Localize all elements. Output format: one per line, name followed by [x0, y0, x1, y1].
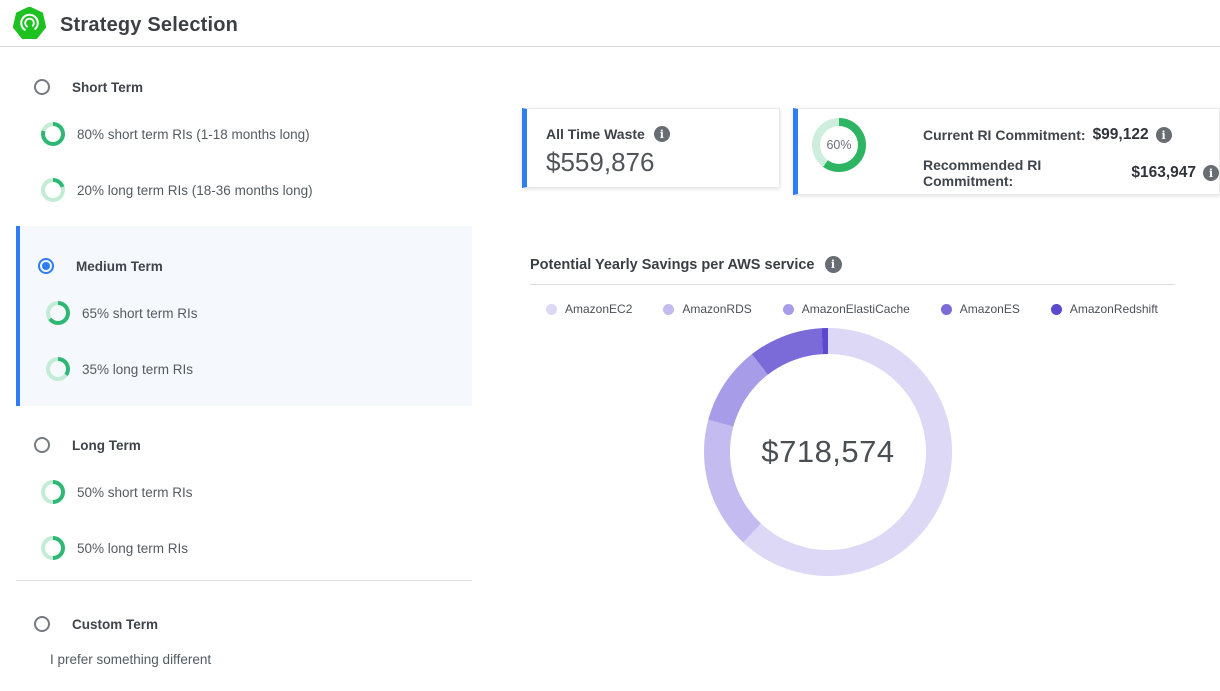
legend-item-amazones[interactable]: AmazonES	[941, 302, 1020, 316]
option-short-term-item-2: 20% long term RIs (18-36 months long)	[41, 178, 313, 202]
ri-split-ring-icon	[41, 178, 65, 202]
option-long-term-item-1: 50% short term RIs	[41, 480, 193, 504]
potential-savings-chart: Potential Yearly Savings per AWS service…	[530, 252, 1175, 682]
current-ri-commitment-label: Current RI Commitment:	[923, 127, 1086, 143]
legend-dot-icon	[546, 304, 557, 315]
ri-split-ring-icon	[46, 357, 70, 381]
option-custom-term-description: I prefer something different	[50, 652, 211, 667]
legend-label: AmazonRedshift	[1070, 302, 1158, 316]
legend-item-amazonelasticache[interactable]: AmazonElastiCache	[783, 302, 910, 316]
ri-utilization-value: 60%	[820, 126, 858, 164]
info-icon[interactable]	[1203, 165, 1219, 181]
legend-label: AmazonES	[960, 302, 1020, 316]
ri-split-label: 20% long term RIs (18-36 months long)	[77, 183, 313, 198]
ri-commitment-card: 60% Current RI Commitment: $99,122 Recom…	[793, 108, 1220, 195]
savings-donut-wrap: $718,574	[704, 328, 952, 576]
ri-utilization-donut: 60%	[812, 118, 866, 172]
option-label: Custom Term	[72, 617, 158, 632]
ri-split-ring-icon	[41, 480, 65, 504]
radio-short-term[interactable]	[34, 79, 50, 95]
legend-label: AmazonEC2	[565, 302, 632, 316]
current-ri-commitment-value: $99,122	[1093, 126, 1149, 144]
legend-dot-icon	[1051, 304, 1062, 315]
ri-split-ring-icon	[41, 536, 65, 560]
info-icon[interactable]	[654, 126, 670, 142]
legend-item-amazonec2[interactable]: AmazonEC2	[546, 302, 632, 316]
option-long-term[interactable]: Long Term	[34, 437, 141, 453]
info-icon[interactable]	[1156, 127, 1172, 143]
legend-item-amazonredshift[interactable]: AmazonRedshift	[1051, 302, 1158, 316]
legend-item-amazonrds[interactable]: AmazonRDS	[663, 302, 751, 316]
all-time-waste-card: All Time Waste $559,876	[522, 108, 780, 188]
radio-long-term[interactable]	[34, 437, 50, 453]
chart-title: Potential Yearly Savings per AWS service	[530, 257, 815, 273]
option-short-term-item-1: 80% short term RIs (1-18 months long)	[41, 122, 310, 146]
legend-dot-icon	[663, 304, 674, 315]
ri-split-label: 50% long term RIs	[77, 541, 188, 556]
option-label: Medium Term	[76, 259, 163, 274]
option-custom-term[interactable]: Custom Term	[34, 616, 158, 632]
recommended-ri-commitment-label: Recommended RI Commitment:	[923, 157, 1124, 189]
option-medium-term[interactable]: Medium Term	[38, 258, 163, 274]
ri-split-label: 50% short term RIs	[77, 485, 193, 500]
ri-split-ring-icon	[41, 122, 65, 146]
cloudability-logo-icon	[13, 7, 46, 40]
option-label: Short Term	[72, 80, 143, 95]
savings-total-value: $718,574	[761, 434, 894, 470]
recommended-ri-commitment-row: Recommended RI Commitment: $163,947	[923, 157, 1219, 189]
legend-dot-icon	[783, 304, 794, 315]
ri-split-label: 65% short term RIs	[82, 306, 198, 321]
legend-label: AmazonElastiCache	[802, 302, 910, 316]
waste-card-label: All Time Waste	[546, 126, 645, 142]
option-long-term-item-2: 50% long term RIs	[41, 536, 188, 560]
option-medium-term-item-2: 35% long term RIs	[46, 357, 193, 381]
page-title: Strategy Selection	[60, 14, 238, 37]
radio-medium-term[interactable]	[38, 258, 54, 274]
legend-dot-icon	[941, 304, 952, 315]
chart-legend: AmazonEC2 AmazonRDS AmazonElastiCache Am…	[546, 302, 1158, 316]
strategy-selection-page: Strategy Selection Short Term 80% short …	[0, 0, 1220, 691]
section-divider	[16, 580, 472, 581]
current-ri-commitment-row: Current RI Commitment: $99,122	[923, 126, 1172, 144]
radio-custom-term[interactable]	[34, 616, 50, 632]
chart-divider	[530, 284, 1175, 285]
option-label: Long Term	[72, 438, 141, 453]
custom-term-description: I prefer something different	[50, 652, 211, 667]
waste-card-value: $559,876	[546, 147, 654, 178]
recommended-ri-commitment-value: $163,947	[1131, 164, 1196, 182]
ri-split-label: 80% short term RIs (1-18 months long)	[77, 127, 310, 142]
info-icon[interactable]	[825, 256, 842, 273]
option-short-term[interactable]: Short Term	[34, 79, 143, 95]
option-medium-term-panel[interactable]: Medium Term 65% short term RIs 35% long …	[16, 226, 472, 406]
page-header: Strategy Selection	[0, 0, 1220, 47]
ri-split-label: 35% long term RIs	[82, 362, 193, 377]
legend-label: AmazonRDS	[682, 302, 751, 316]
savings-donut-hole: $718,574	[730, 354, 926, 550]
ri-split-ring-icon	[46, 301, 70, 325]
option-medium-term-item-1: 65% short term RIs	[46, 301, 198, 325]
